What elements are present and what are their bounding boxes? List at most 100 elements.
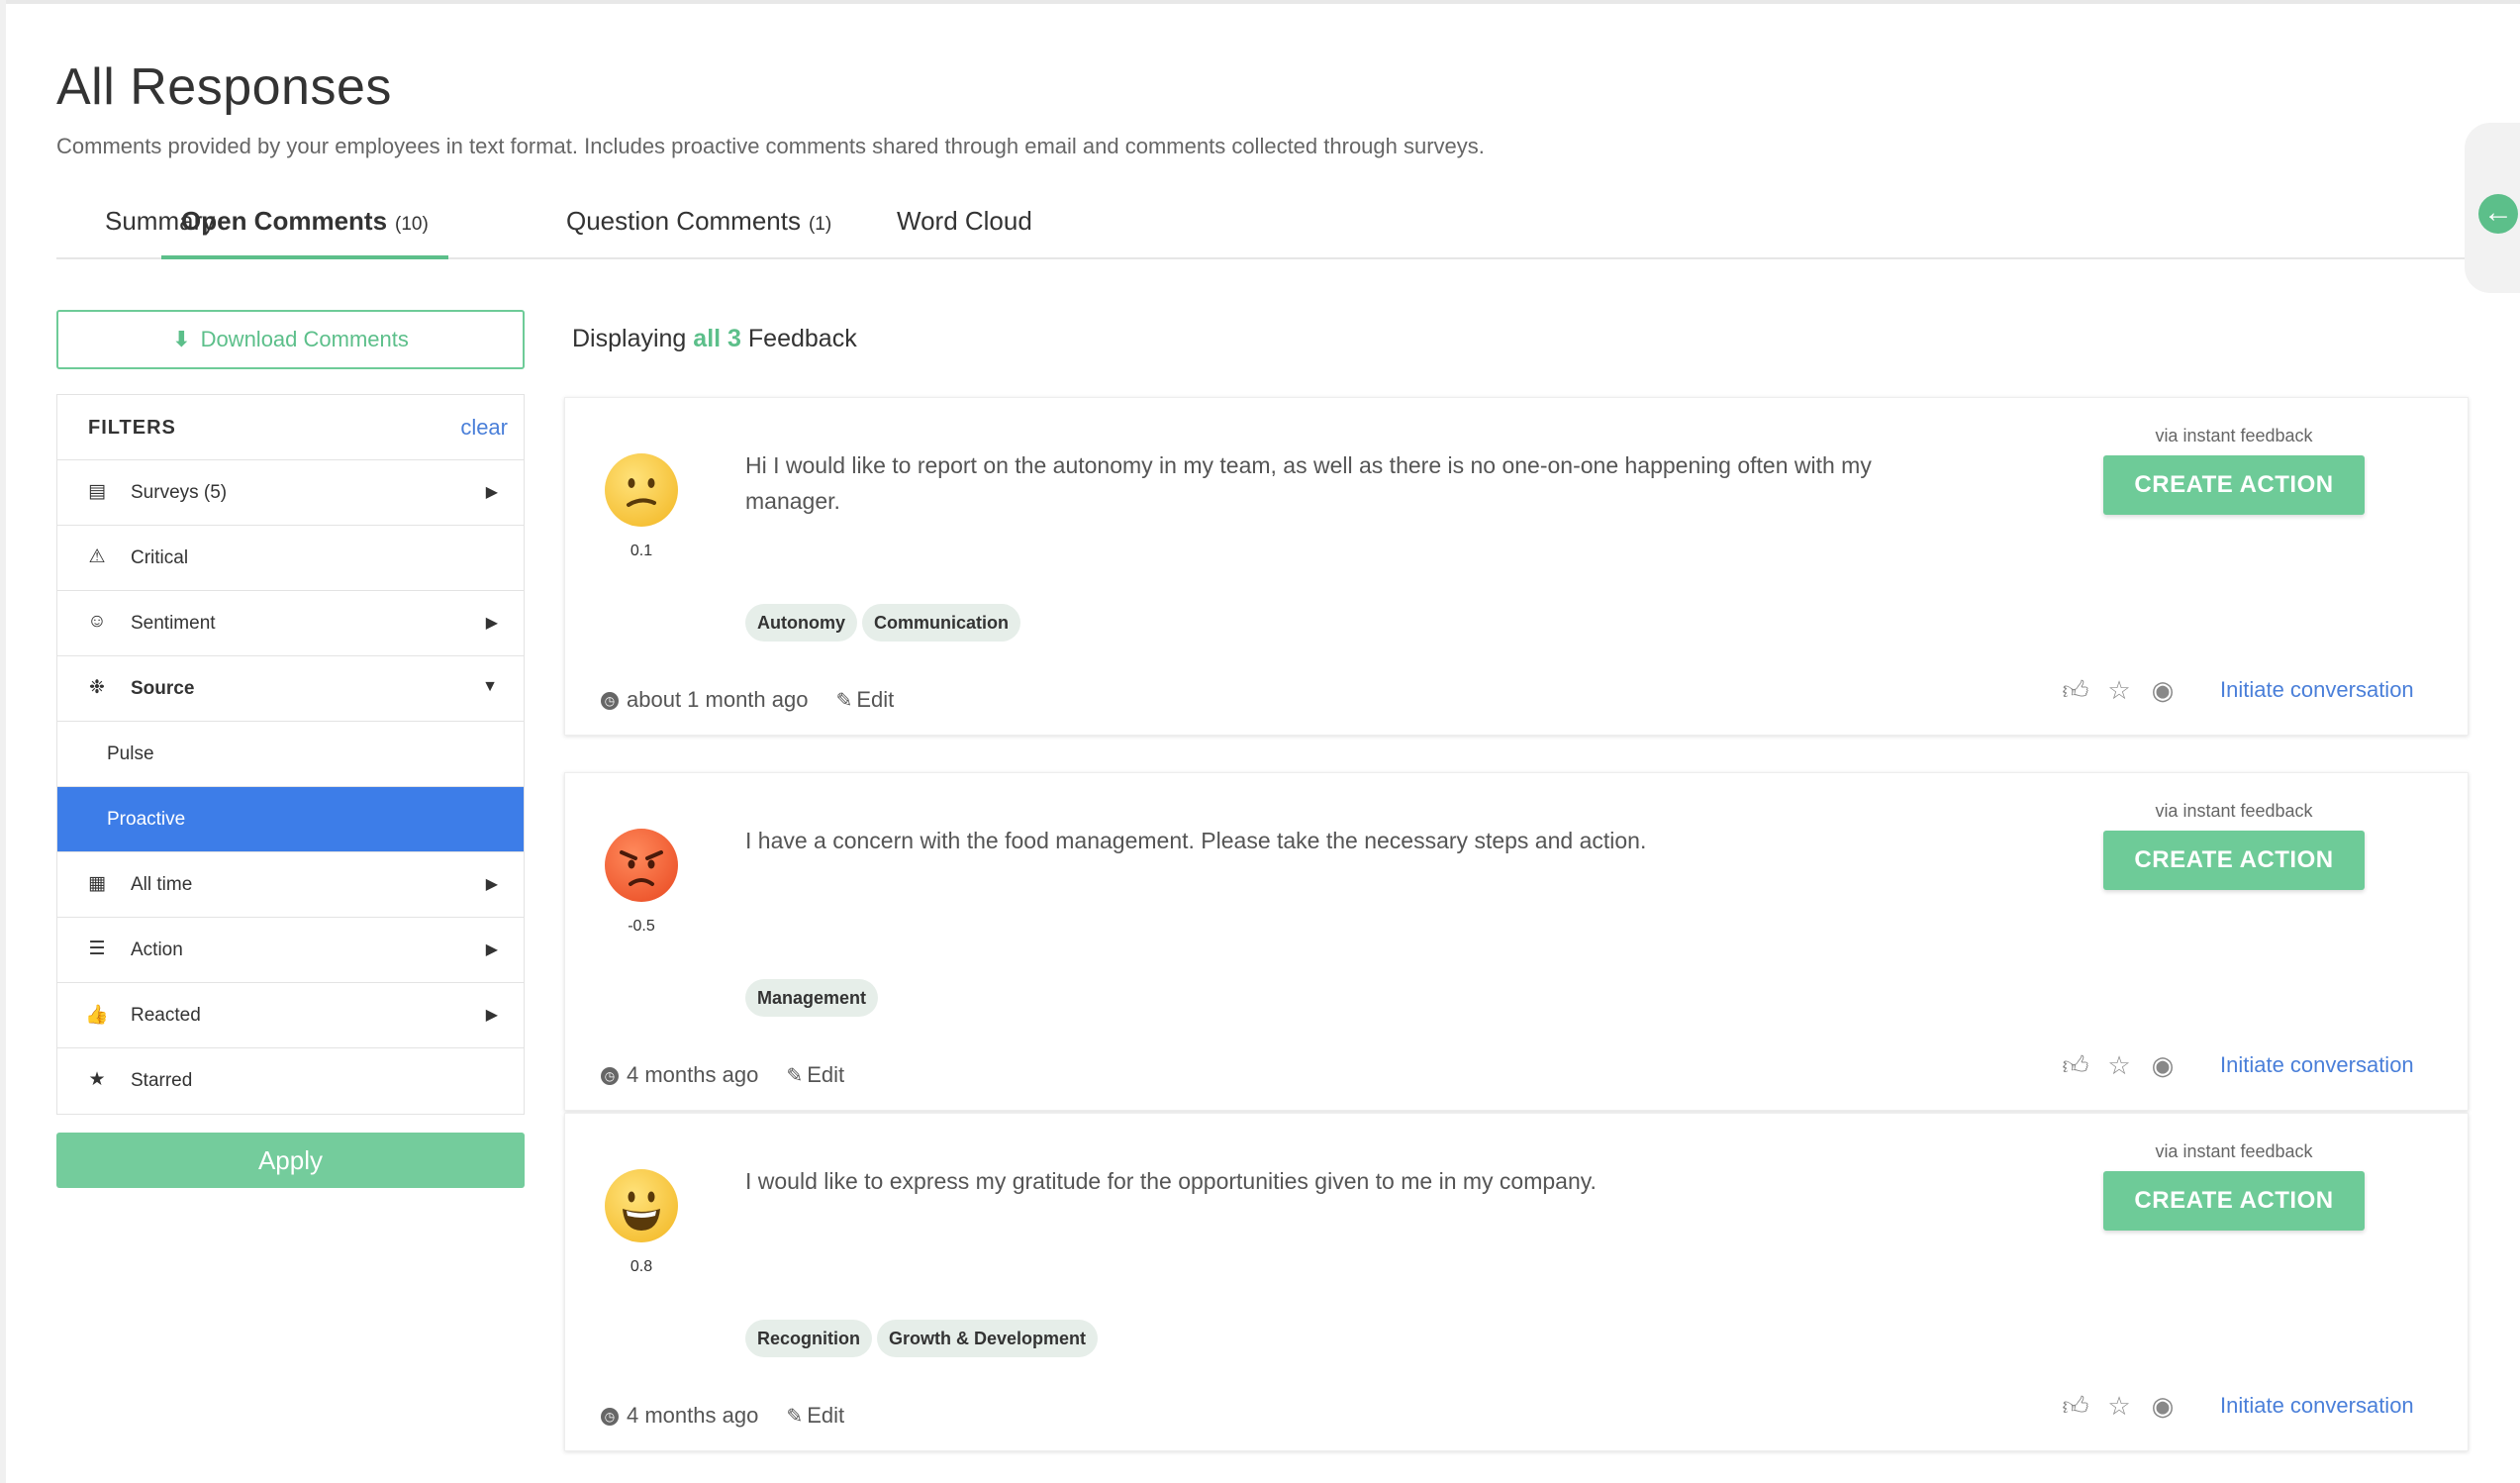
filter-label: Pulse xyxy=(107,743,154,764)
edit-button[interactable]: ✎ Edit xyxy=(786,1062,844,1087)
thumbs-up-icon[interactable]: 👍︎ xyxy=(2054,675,2097,706)
filter-label: Surveys (5) xyxy=(131,482,228,503)
results-summary: Displaying all 3 Feedback xyxy=(572,325,857,353)
tab-word-cloud[interactable]: Word Cloud xyxy=(897,198,1032,259)
create-action-button[interactable]: CREATE ACTION xyxy=(2103,1171,2365,1231)
star-icon: ★ xyxy=(88,1069,106,1090)
initiate-conversation-link[interactable]: Initiate conversation xyxy=(2220,677,2414,703)
comment-meta: ◷ 4 months ago ✎ Edit xyxy=(601,1062,844,1088)
grinning-face-icon xyxy=(605,1169,678,1242)
filter-reacted[interactable]: 👍 Reacted ▶ xyxy=(57,983,524,1048)
clock-icon: ◷ xyxy=(601,692,619,711)
initiate-conversation-link[interactable]: Initiate conversation xyxy=(2220,1052,2414,1078)
comment-time: 4 months ago xyxy=(627,1403,759,1428)
download-icon: ⬇ xyxy=(172,327,191,351)
comment-time: about 1 month ago xyxy=(627,687,809,712)
tab-count: (10) xyxy=(395,214,429,235)
angry-face-icon xyxy=(605,829,678,902)
clock-icon: ◷ xyxy=(601,1408,619,1427)
tab-count: (1) xyxy=(808,214,832,235)
caret-right-icon: ▶ xyxy=(485,484,498,501)
edit-icon: ✎ xyxy=(786,1065,804,1087)
eye-icon[interactable]: ◉ xyxy=(2141,1391,2184,1422)
tab-open-comments[interactable]: Open Comments (10) xyxy=(161,198,448,259)
tab-label: Word Cloud xyxy=(897,206,1032,236)
tag-chip[interactable]: Growth & Development xyxy=(877,1320,1099,1357)
edit-button[interactable]: ✎ Edit xyxy=(786,1403,844,1428)
filter-source-pulse[interactable]: Pulse xyxy=(57,722,524,787)
star-icon[interactable]: ☆ xyxy=(2097,1391,2141,1422)
thumbs-up-icon[interactable]: 👍︎ xyxy=(2054,1391,2097,1422)
tab-bar: Summary Open Comments (10) Question Comme… xyxy=(56,198,2472,259)
tag-list: Autonomy Communication xyxy=(745,604,1025,642)
filter-label: Sentiment xyxy=(131,613,216,634)
feedback-card: -0.5 I have a concern with the food mana… xyxy=(564,772,2469,1111)
clock-icon: ◷ xyxy=(601,1067,619,1086)
list-icon: ☰ xyxy=(88,939,106,959)
warning-icon: ⚠ xyxy=(88,546,106,567)
caret-right-icon: ▶ xyxy=(485,1007,498,1024)
star-icon[interactable]: ☆ xyxy=(2097,1050,2141,1081)
survey-icon: ▤ xyxy=(88,481,106,502)
filter-label: Starred xyxy=(131,1070,193,1091)
reaction-bar: 👍︎ ☆ ◉ xyxy=(2054,1391,2184,1422)
comment-text: I have a concern with the food managemen… xyxy=(745,828,1647,853)
page-title: All Responses xyxy=(56,58,392,116)
star-icon[interactable]: ☆ xyxy=(2097,675,2141,706)
create-action-button[interactable]: CREATE ACTION xyxy=(2103,455,2365,515)
displaying-prefix: Displaying xyxy=(572,325,687,352)
tag-chip[interactable]: Autonomy xyxy=(745,604,857,642)
filter-action[interactable]: ☰ Action ▶ xyxy=(57,918,524,983)
tab-question-comments[interactable]: Question Comments (1) xyxy=(566,198,831,259)
create-action-button[interactable]: CREATE ACTION xyxy=(2103,831,2365,890)
feedback-source: via instant feedback xyxy=(2155,801,2313,821)
thumbs-up-icon: 👍 xyxy=(85,1005,109,1026)
filter-label: Critical xyxy=(131,547,189,568)
edit-button[interactable]: ✎ Edit xyxy=(836,687,895,712)
filter-label: Action xyxy=(131,939,183,960)
sentiment-score: 0.1 xyxy=(630,543,653,559)
side-panel-toggle[interactable]: ← xyxy=(2465,123,2520,293)
tab-label: Question Comments xyxy=(566,206,801,236)
tag-chip[interactable]: Recognition xyxy=(745,1320,872,1357)
feedback-card: 0.8 I would like to express my gratitude… xyxy=(564,1113,2469,1451)
thumbs-up-icon[interactable]: 👍︎ xyxy=(2054,1050,2097,1081)
comment-meta: ◷ about 1 month ago ✎ Edit xyxy=(601,687,894,713)
edit-label: Edit xyxy=(807,1403,845,1428)
filter-sentiment[interactable]: ☺ Sentiment ▶ xyxy=(57,591,524,656)
filters-title: FILTERS xyxy=(88,417,176,439)
clear-filters-link[interactable]: clear xyxy=(460,415,508,441)
feedback-source: via instant feedback xyxy=(2155,1141,2313,1161)
tag-chip[interactable]: Management xyxy=(745,979,879,1017)
download-comments-button[interactable]: ⬇ Download Comments xyxy=(56,310,525,369)
filter-starred[interactable]: ★ Starred xyxy=(57,1048,524,1114)
filter-source-proactive[interactable]: Proactive xyxy=(57,787,524,852)
filter-critical[interactable]: ⚠ Critical xyxy=(57,526,524,591)
smile-icon: ☺ xyxy=(87,611,107,632)
page-subtitle: Comments provided by your employees in t… xyxy=(56,134,1485,158)
tag-chip[interactable]: Communication xyxy=(862,604,1021,642)
left-border xyxy=(0,0,6,1483)
apply-button[interactable]: Apply xyxy=(56,1133,525,1188)
filters-header: FILTERS clear xyxy=(57,395,524,460)
filter-source[interactable]: ❉ Source ▼ xyxy=(57,656,524,722)
arrow-left-icon[interactable]: ← xyxy=(2478,194,2518,234)
feedback-card: 0.1 Hi I would like to report on the aut… xyxy=(564,397,2469,736)
tag-list: Management xyxy=(745,979,883,1017)
comment-time: 4 months ago xyxy=(627,1062,759,1087)
edit-label: Edit xyxy=(856,687,895,712)
filter-label: Source xyxy=(131,678,195,699)
feedback-source: via instant feedback xyxy=(2155,426,2313,445)
sentiment-score: 0.8 xyxy=(630,1258,653,1275)
edit-label: Edit xyxy=(807,1062,845,1087)
filters-panel: FILTERS clear ▤ Surveys (5) ▶ ⚠ Critical… xyxy=(56,394,525,1115)
eye-icon[interactable]: ◉ xyxy=(2141,1050,2184,1081)
neutral-face-icon xyxy=(605,453,678,527)
filter-surveys[interactable]: ▤ Surveys (5) ▶ xyxy=(57,460,524,526)
sentiment-score: -0.5 xyxy=(628,918,655,935)
edit-icon: ✎ xyxy=(835,690,853,712)
filter-time-range[interactable]: ▦ All time ▶ xyxy=(57,852,524,918)
initiate-conversation-link[interactable]: Initiate conversation xyxy=(2220,1393,2414,1419)
displaying-count: all 3 xyxy=(693,325,741,352)
eye-icon[interactable]: ◉ xyxy=(2141,675,2184,706)
